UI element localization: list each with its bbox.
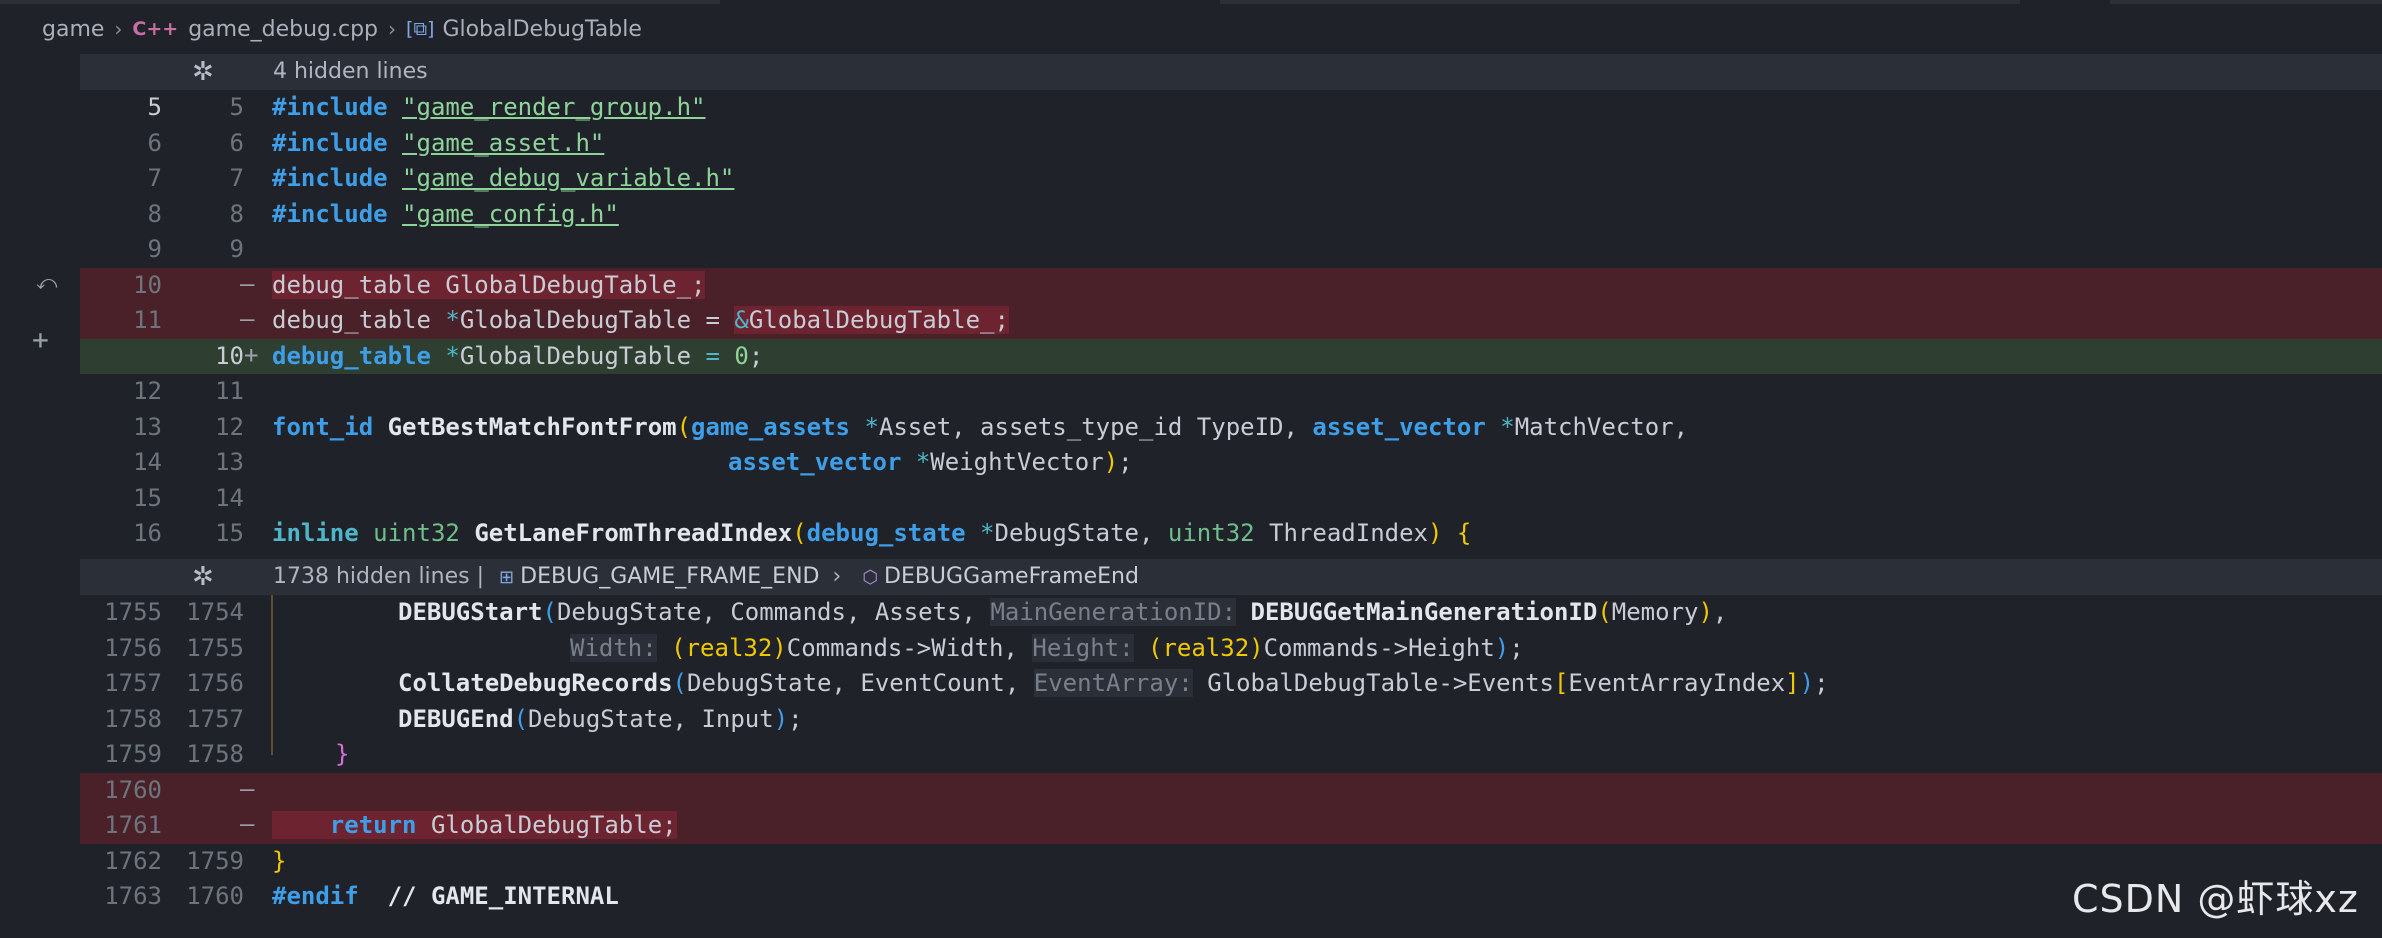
deleted-marker: —: [240, 774, 255, 803]
method-icon: ⬡: [862, 567, 878, 588]
deleted-row[interactable]: 1761 — return GlobalDebugTable;: [80, 808, 2382, 844]
code-row[interactable]: 77 #include "game_debug_variable.h": [80, 161, 2382, 197]
namespace-icon: ⊞: [499, 567, 515, 588]
added-marker: +: [244, 340, 259, 369]
code-row[interactable]: 12 11: [80, 374, 2382, 410]
hidden-lines-fold[interactable]: ✲ 1738 hidden lines | ⊞ DEBUG_GAME_FRAME_…: [80, 559, 2382, 595]
code-row[interactable]: 1757 1756 CollateDebugRecords(DebugState,…: [80, 666, 2382, 702]
chevron-right-icon: ›: [114, 17, 123, 41]
fold-crumb-function[interactable]: DEBUGGameFrameEnd: [884, 564, 1139, 589]
class-icon: [⧉]: [406, 18, 435, 40]
diff-editor[interactable]: ✲ 4 hidden lines ✲ 1738 hidden lines | ⊞…: [80, 54, 2382, 938]
hidden-lines-label: 4 hidden lines: [273, 59, 428, 84]
breadcrumb-file[interactable]: game_debug.cpp: [188, 17, 378, 42]
hidden-lines-label: 1738 hidden lines: [273, 564, 470, 589]
code-row[interactable]: 99: [80, 232, 2382, 268]
deleted-row[interactable]: 10 — debug_table GlobalDebugTable_;: [80, 267, 2382, 303]
code-row[interactable]: 1763 1760 #endif // GAME_INTERNAL: [80, 879, 2382, 915]
code-row[interactable]: 66 #include "game_asset.h": [80, 126, 2382, 162]
breadcrumb: game › C++ game_debug.cpp › [⧉] GlobalDe…: [0, 4, 2382, 54]
cpp-file-icon: C++: [132, 18, 179, 40]
deleted-row[interactable]: 11 — debug_table *GlobalDebugTable = &Gl…: [80, 303, 2382, 339]
code-row[interactable]: 55 #include "game_render_group.h": [80, 90, 2382, 126]
breadcrumb-folder[interactable]: game: [42, 17, 104, 42]
fold-crumb-macro[interactable]: DEBUG_GAME_FRAME_END: [520, 564, 819, 589]
code-row[interactable]: 15 14: [80, 481, 2382, 517]
code-row[interactable]: 1758 1757 DEBUGEnd(DebugState, Input);: [80, 702, 2382, 738]
deleted-marker: —: [240, 305, 255, 333]
code-row[interactable]: 13 12 font_id GetBestMatchFontFrom(game_a…: [80, 410, 2382, 446]
code-row[interactable]: 14 13 asset_vector *WeightVector);: [80, 445, 2382, 481]
watermark: CSDN @虾球xz: [2072, 877, 2359, 921]
code-row[interactable]: 88 #include "game_config.h": [80, 197, 2382, 233]
hidden-lines-fold[interactable]: ✲ 4 hidden lines: [80, 54, 2382, 90]
unfold-icon[interactable]: ✲: [192, 57, 214, 87]
deleted-marker: —: [240, 269, 255, 298]
chevron-right-icon: ›: [388, 17, 397, 41]
code-row[interactable]: 1759 1758 }: [80, 737, 2382, 773]
code-row[interactable]: 1755 1754 DEBUGStart(DebugState, Commands…: [80, 595, 2382, 631]
revert-change-icon[interactable]: ⤺: [36, 272, 57, 292]
deleted-row[interactable]: 1760 —: [80, 772, 2382, 808]
chevron-right-icon: ›: [832, 564, 842, 589]
diff-gutter: ⤺ +: [0, 54, 80, 938]
breadcrumb-symbol[interactable]: GlobalDebugTable: [442, 17, 641, 42]
unfold-icon[interactable]: ✲: [192, 562, 214, 592]
code-row[interactable]: 1756 1755 Width: (real32)Commands->Width,…: [80, 631, 2382, 667]
code-row[interactable]: 1762 1759 }: [80, 844, 2382, 880]
added-row[interactable]: 10 + debug_table *GlobalDebugTable = 0;: [80, 338, 2382, 374]
code-row[interactable]: 16 15 inline uint32 GetLaneFromThreadInde…: [80, 516, 2382, 552]
deleted-marker: —: [240, 810, 255, 838]
stage-change-icon[interactable]: +: [32, 326, 49, 354]
